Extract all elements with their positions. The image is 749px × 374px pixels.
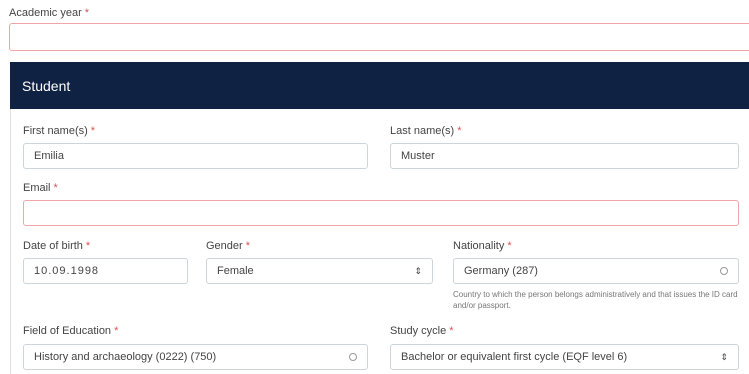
first-name-label: First name(s) * <box>23 125 96 137</box>
field-of-education-value: History and archaeology (0222) (750) <box>34 351 217 363</box>
dob-label: Date of birth * <box>23 240 91 252</box>
last-name-value: Muster <box>401 150 435 162</box>
field-of-education-label: Field of Education * <box>23 325 119 337</box>
last-name-label: Last name(s) * <box>390 125 462 137</box>
select-arrows-icon: ⇕ <box>720 351 728 362</box>
gender-select[interactable]: Female ⇕ <box>206 258 433 284</box>
email-input[interactable] <box>23 200 739 226</box>
academic-year-label: Academic year * <box>9 7 90 19</box>
select-arrows-icon: ⇕ <box>414 265 422 276</box>
study-cycle-label: Study cycle * <box>390 325 454 337</box>
academic-year-input[interactable] <box>9 23 749 51</box>
student-panel-header <box>10 62 749 109</box>
field-of-education-select[interactable]: History and archaeology (0222) (750) <box>23 344 368 370</box>
first-name-value: Emilia <box>34 150 64 162</box>
study-cycle-select[interactable]: Bachelor or equivalent first cycle (EQF … <box>390 344 739 370</box>
student-panel-title: Student <box>22 78 71 94</box>
clear-circle-icon <box>720 267 728 275</box>
dob-value: 10.09.1998 <box>34 265 100 277</box>
nationality-value: Germany (287) <box>464 265 538 277</box>
study-cycle-value: Bachelor or equivalent first cycle (EQF … <box>401 351 628 363</box>
nationality-help-text: Country to which the person belongs admi… <box>453 290 738 310</box>
email-label: Email * <box>23 182 58 194</box>
dob-input[interactable]: 10.09.1998 <box>23 258 188 284</box>
gender-label: Gender * <box>206 240 250 252</box>
nationality-select[interactable]: Germany (287) <box>453 258 739 284</box>
nationality-label: Nationality * <box>453 240 512 252</box>
last-name-input[interactable]: Muster <box>390 143 739 169</box>
first-name-input[interactable]: Emilia <box>23 143 368 169</box>
gender-value: Female <box>217 265 254 277</box>
clear-circle-icon <box>349 353 357 361</box>
